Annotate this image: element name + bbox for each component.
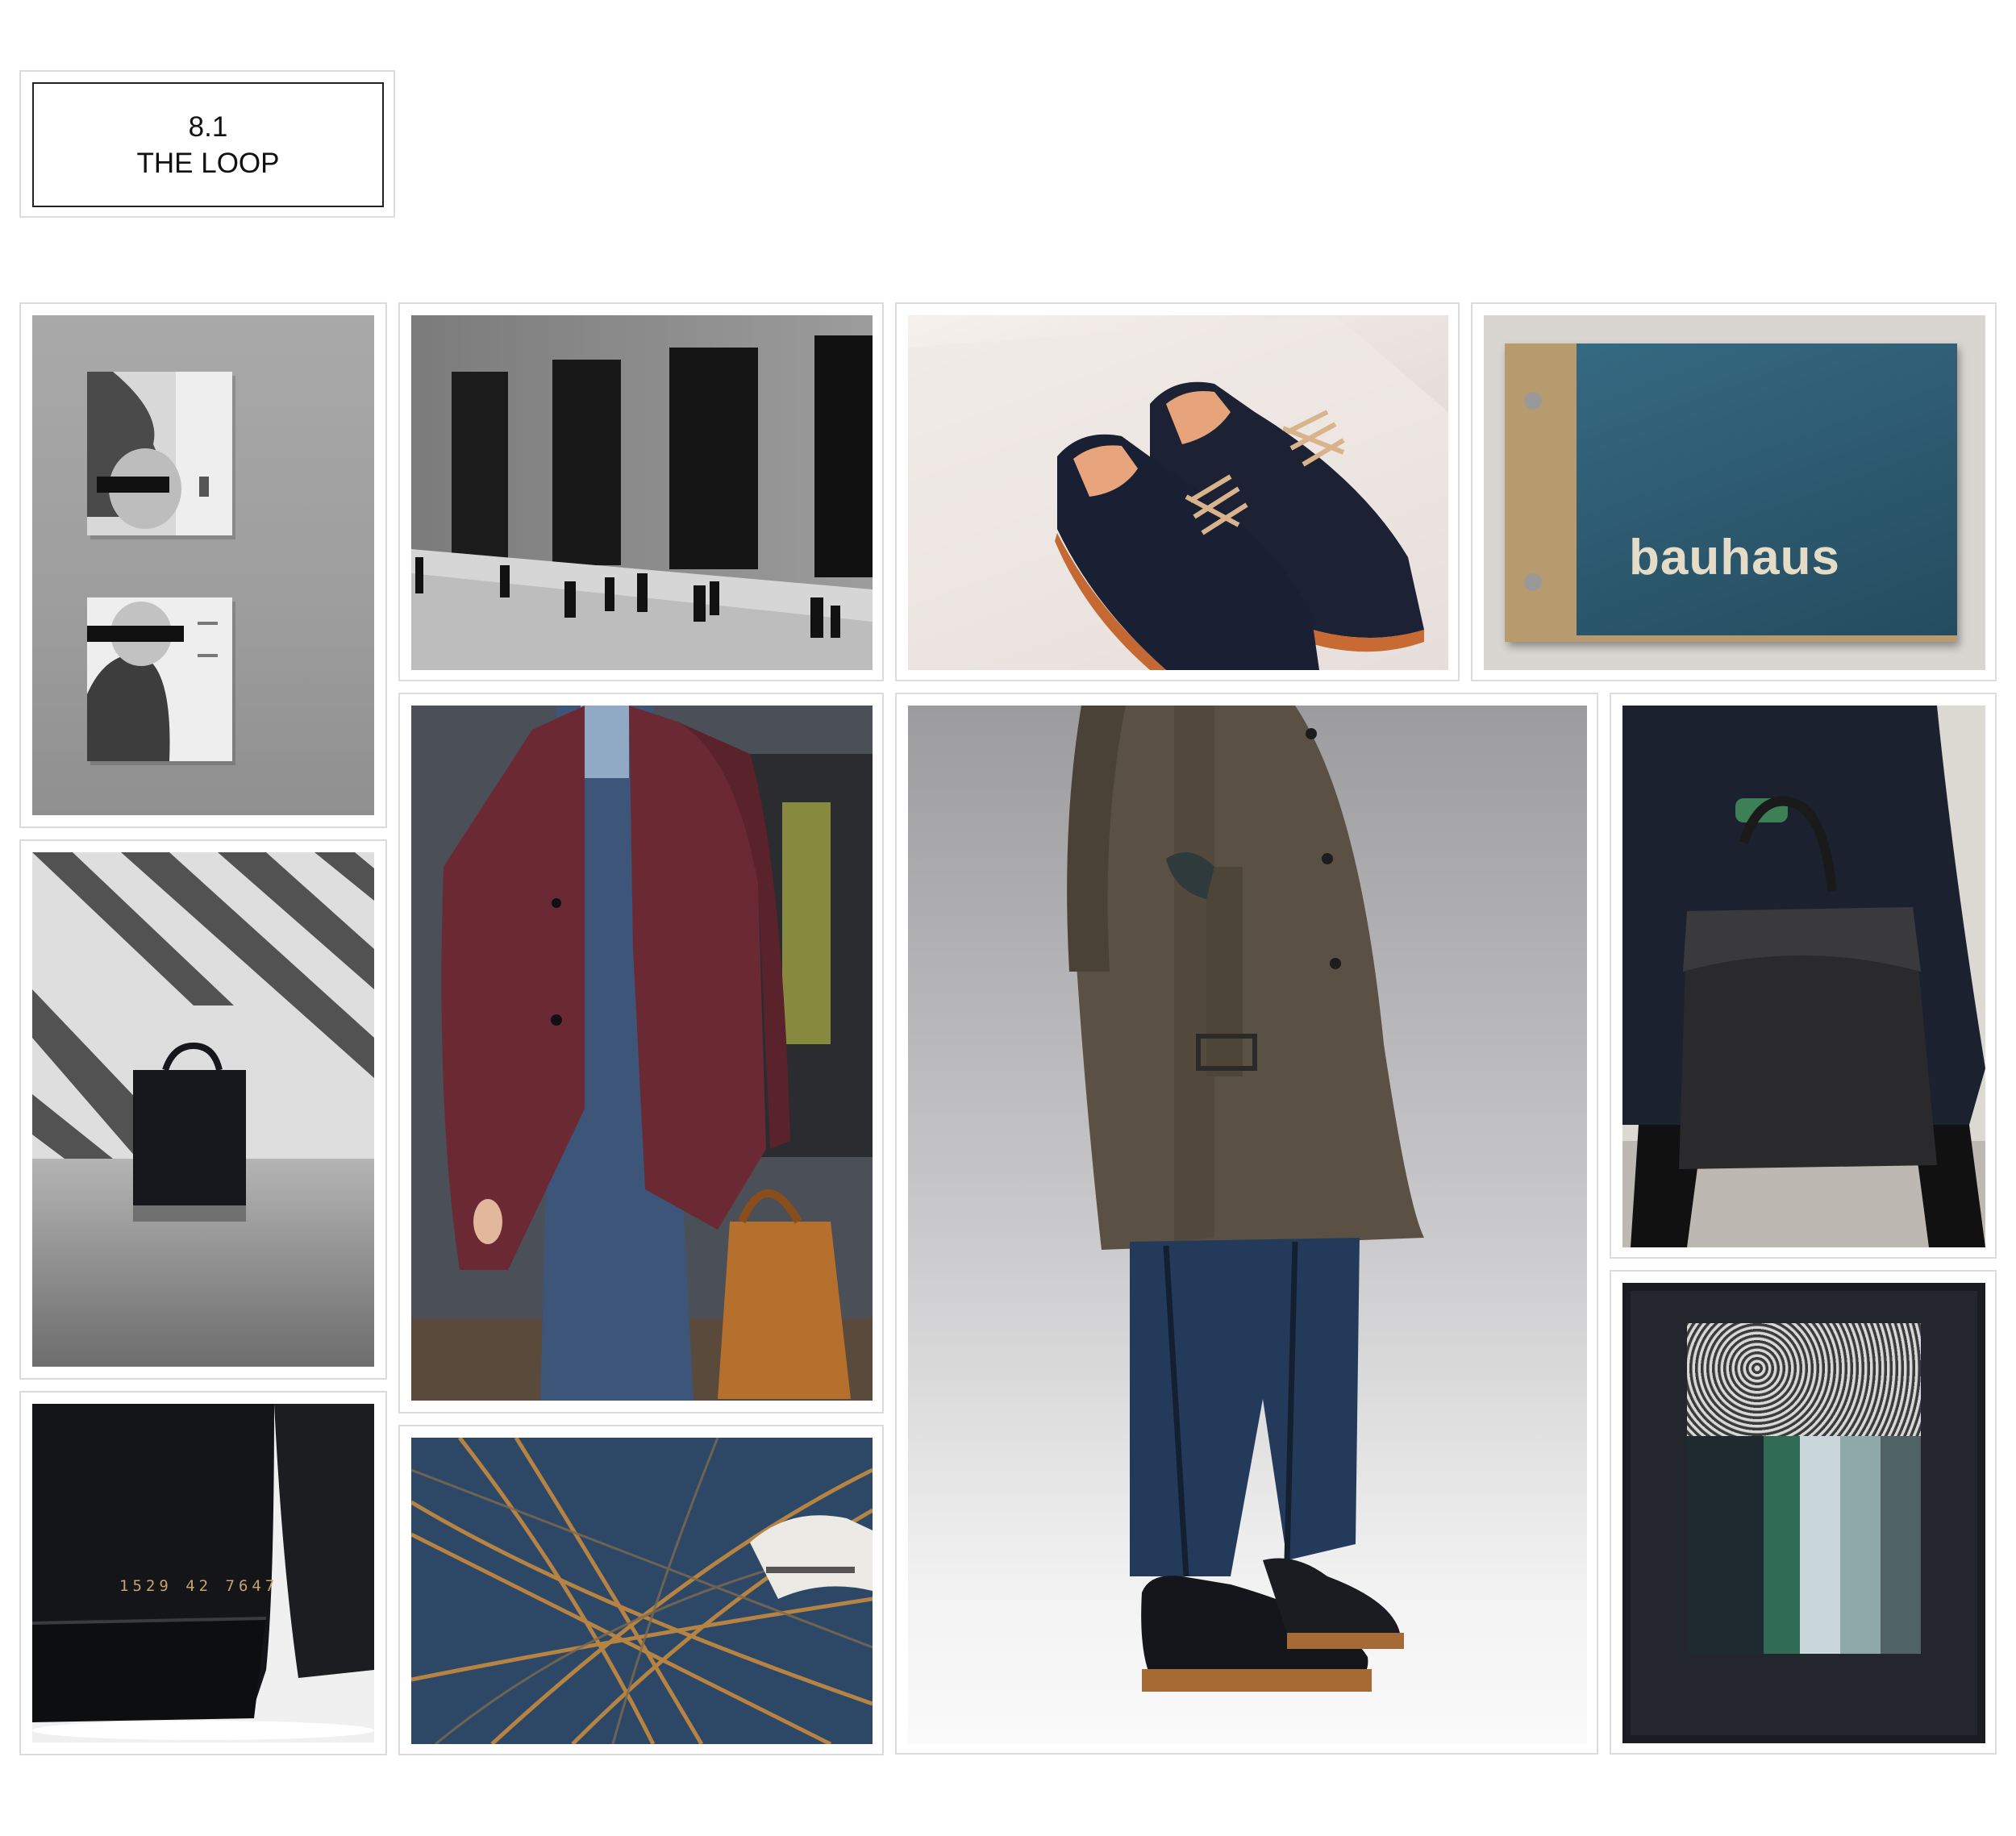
framed-artwork-photo [1622,1283,1985,1743]
shoes-illustration [908,315,1448,670]
railway-illustration [411,1438,873,1744]
railway-tracks-aerial-photo [411,1438,873,1744]
bauhaus-cover-text: bauhaus [1629,530,1840,585]
street-illustration [411,315,873,670]
crowd-photo-print [1687,1323,1921,1436]
rivet-top [1524,392,1542,410]
tile-railway [398,1425,884,1755]
section-number: 8.1 [188,110,228,143]
sneaker-serial-text: 1529 42 7647 [119,1577,279,1595]
book-cover [1577,343,1957,635]
trench-coat-model-photo [908,706,1587,1743]
tile-leather-tote [1610,693,1997,1259]
title-box: 8.1 THE LOOP [19,70,395,218]
sneaker-illustration [32,1404,374,1742]
section-title: THE LOOP [136,147,280,179]
two-books-cover-photo [32,315,374,815]
title-inner-border: 8.1 THE LOOP [32,82,384,207]
tile-burgundy-coat [398,693,884,1413]
leather-tote-illustration [1622,706,1985,1247]
green-stripe [1764,1436,1800,1654]
tile-shoes [895,302,1460,681]
rivet-bottom [1524,573,1542,591]
tile-bag-shadows [19,839,387,1380]
burgundy-coat-runway-photo [411,706,873,1401]
tile-books [19,302,387,828]
tile-street [398,302,884,681]
bag-shadows-illustration [32,852,374,1367]
street-pedestrians-photo [411,315,873,670]
books-illustration [87,372,235,765]
trench-coat-illustration [1067,706,1424,1692]
leather-tote-runway-photo [1622,706,1985,1247]
tile-trench-coat [895,693,1598,1755]
black-bag-shadows-photo [32,852,374,1367]
brogue-shoes-photo [908,315,1448,670]
sneaker-heel-closeup-photo: 1529 42 7647 [32,1404,374,1742]
burgundy-coat-illustration [411,706,873,1401]
slate-stripe [1881,1436,1921,1654]
bauhaus-book-photo: bauhaus [1484,315,1985,670]
tile-sneaker: 1529 42 7647 [19,1391,387,1755]
teal-stripe [1840,1436,1881,1654]
pale-stripe [1800,1436,1840,1654]
tile-bauhaus: bauhaus [1471,302,1997,681]
tile-framed-art [1610,1270,1997,1755]
